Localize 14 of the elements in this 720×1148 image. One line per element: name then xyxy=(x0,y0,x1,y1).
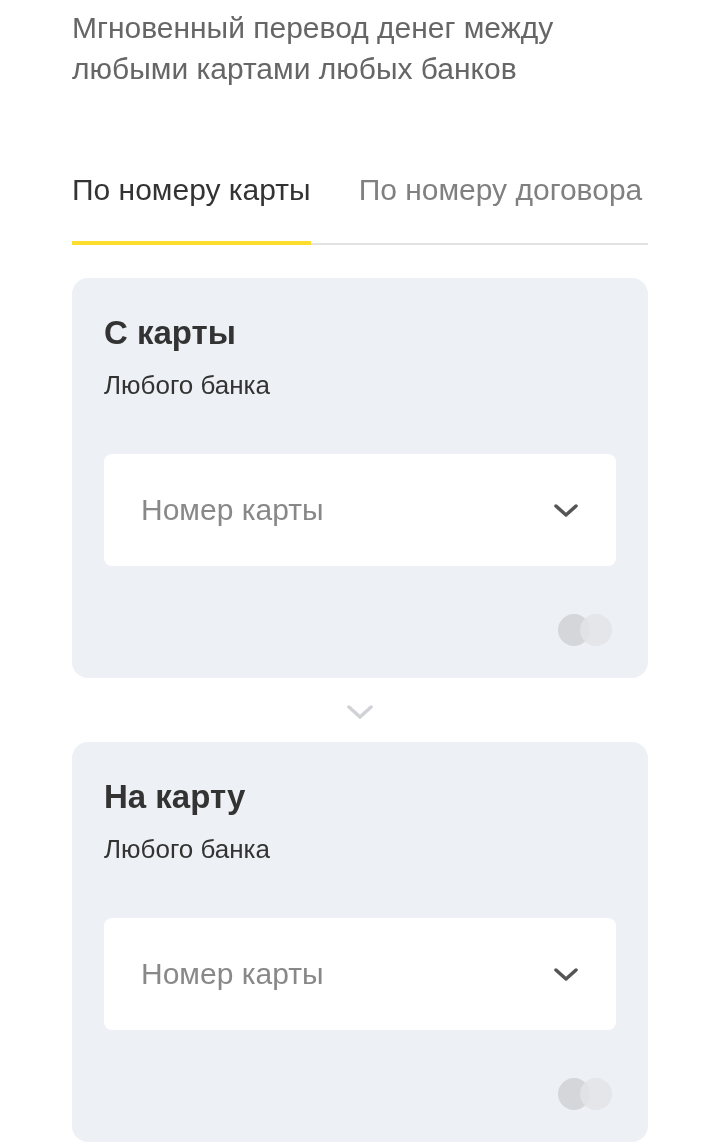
tab[interactable]: По номеру договора xyxy=(358,170,643,245)
card-subtitle: Любого банка xyxy=(104,833,272,865)
chevron-down-icon[interactable] xyxy=(554,504,578,518)
overlapping-circles-icon xyxy=(558,1078,612,1110)
overlapping-circles-icon xyxy=(558,614,612,646)
card-subtitle: Любого банка xyxy=(104,369,272,401)
chevron-down-icon xyxy=(347,705,373,719)
chevron-down-icon[interactable] xyxy=(554,968,578,982)
tab[interactable]: По номеру карты xyxy=(72,170,311,245)
intro-text: Мгновенный перевод денег между любыми картами любых банков xyxy=(72,10,555,87)
card-number-field[interactable]: Номер карты xyxy=(104,454,616,566)
card-title: На карту xyxy=(104,777,247,817)
card-title: С карты xyxy=(104,313,237,353)
card-number-field[interactable]: Номер карты xyxy=(104,918,616,1030)
